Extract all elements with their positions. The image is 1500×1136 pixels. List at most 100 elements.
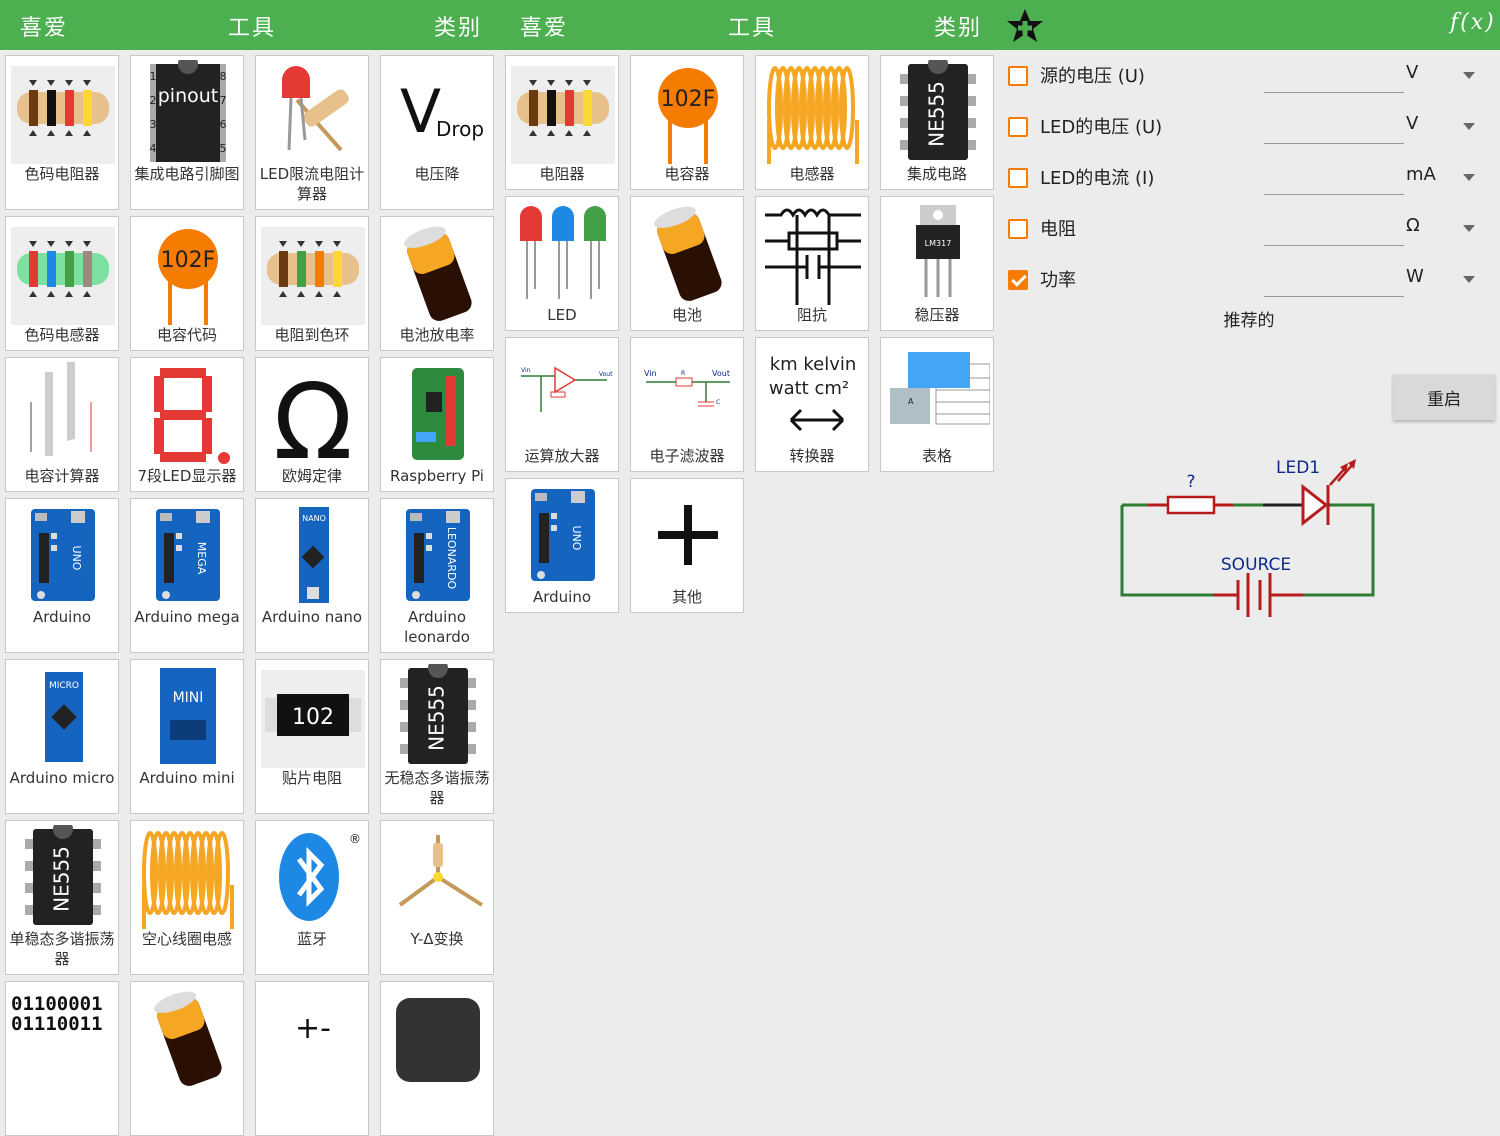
tool-tile[interactable]: UNO Arduino <box>505 478 619 613</box>
tool-tile[interactable]: 7段LED显示器 <box>130 357 244 492</box>
tool-tile[interactable]: 电池 <box>630 196 744 331</box>
tab-categories[interactable]: 类别 <box>434 10 482 42</box>
chevron-down-icon[interactable] <box>1463 225 1475 232</box>
tile-label: 阻抗 <box>796 306 827 324</box>
lock-checkbox[interactable] <box>1008 66 1028 86</box>
tool-tile[interactable]: 电池放电率 <box>380 216 494 351</box>
lock-checkbox[interactable] <box>1008 219 1028 239</box>
tool-tile[interactable]: V Drop 电压降 <box>380 55 494 210</box>
tool-tile[interactable]: 102F 电容代码 <box>130 216 244 351</box>
tool-tile[interactable]: LED <box>505 196 619 331</box>
calc-value-input[interactable] <box>1264 264 1404 297</box>
tile-label: 稳压器 <box>914 306 960 324</box>
tool-tile[interactable]: 电容计算器 <box>5 357 119 492</box>
tool-tile[interactable]: 其他 <box>630 478 744 613</box>
tool-tile[interactable]: MINI Arduino mini <box>130 659 244 814</box>
tool-tile[interactable]: MICRO Arduino micro <box>5 659 119 814</box>
tool-tile[interactable]: 1 2 3 4 8 7 6 5 pinout 集成电路引脚图 <box>130 55 244 210</box>
tool-tile[interactable]: ® 蓝牙 <box>255 820 369 975</box>
tool-tile[interactable]: UNO Arduino <box>5 498 119 653</box>
arduino-mega-icon: MEGA <box>136 503 240 607</box>
favorite-star-icon[interactable] <box>1006 7 1044 45</box>
formula-button[interactable]: f(x) <box>1450 10 1496 35</box>
circuit-diagram: ? LED1 SOURCE <box>1120 458 1375 617</box>
tool-tile[interactable]: km kelvin watt cm² 转换器 <box>755 337 869 472</box>
tab-favorites[interactable]: 喜爱 <box>20 10 68 42</box>
tool-tile[interactable]: LM317 稳压器 <box>880 196 994 331</box>
tool-tile[interactable] <box>380 981 494 1136</box>
smd-code: 102 <box>292 705 334 730</box>
tool-tile[interactable]: Vin Vout R C 电子滤波器 <box>630 337 744 472</box>
unit-label[interactable]: W <box>1406 266 1424 287</box>
tile-label: 欧姆定律 <box>281 467 342 485</box>
reset-button[interactable]: 重启 <box>1393 374 1495 420</box>
unit-label[interactable]: V <box>1406 62 1418 83</box>
recommended-label: 推荐的 <box>1223 311 1275 331</box>
calc-value-input[interactable] <box>1264 60 1404 93</box>
chevron-down-icon[interactable] <box>1463 123 1475 130</box>
tool-tile[interactable]: NANO Arduino nano <box>255 498 369 653</box>
arduino-uno-icon: UNO <box>511 483 615 587</box>
conv-line: watt cm² <box>769 378 849 399</box>
lock-checkbox[interactable] <box>1008 117 1028 137</box>
converter-icon: km kelvin watt cm² <box>761 342 865 446</box>
pin-number: 5 <box>220 142 227 155</box>
calc-value-input[interactable] <box>1264 213 1404 246</box>
tile-label: 运算放大器 <box>524 447 600 465</box>
tool-tile[interactable]: MEGA Arduino mega <box>130 498 244 653</box>
tool-tile[interactable] <box>130 981 244 1136</box>
tool-tile[interactable]: 空心线圈电感 <box>130 820 244 975</box>
filter-r: R <box>681 370 685 377</box>
tool-tile[interactable]: LED限流电阻计算器 <box>255 55 369 210</box>
tab-favorites[interactable]: 喜爱 <box>520 10 568 42</box>
tile-label: 表格 <box>921 447 952 465</box>
ne555-icon: NE555 <box>11 825 115 929</box>
tool-tile[interactable]: 电阻到色环 <box>255 216 369 351</box>
led-resistor-calculator: 源的电压 (U) V LED的电压 (U) V LED的电流 (I) mA 电阻… <box>998 50 1500 1025</box>
arduino-micro-icon: MICRO <box>11 664 115 768</box>
chevron-down-icon[interactable] <box>1463 174 1475 181</box>
unit-label[interactable]: Ω <box>1406 215 1420 236</box>
tab-tools[interactable]: 工具 <box>228 10 276 42</box>
tool-tile[interactable]: 色码电阻器 <box>5 55 119 210</box>
unit-label[interactable]: mA <box>1406 164 1436 185</box>
tool-tile[interactable]: 阻抗 <box>755 196 869 331</box>
tool-tile[interactable]: 102 贴片电阻 <box>255 659 369 814</box>
tool-tile[interactable]: NE555 单稳态多谐振荡器 <box>5 820 119 975</box>
tile-label: 电容器 <box>664 165 710 183</box>
tool-tile[interactable]: NE555 集成电路 <box>880 55 994 190</box>
tool-tile[interactable]: NE555 无稳态多谐振荡器 <box>380 659 494 814</box>
misc-char: +- <box>295 1011 331 1046</box>
tool-tile[interactable]: 电感器 <box>755 55 869 190</box>
seven-segment-icon <box>136 362 240 466</box>
tab-tools[interactable]: 工具 <box>728 10 776 42</box>
tool-tile[interactable]: Y-Δ变换 <box>380 820 494 975</box>
tool-tile[interactable]: +- <box>255 981 369 1136</box>
chevron-down-icon[interactable] <box>1463 276 1475 283</box>
header-calculator: f(x) <box>998 0 1500 50</box>
tool-tile[interactable]: Ω 欧姆定律 <box>255 357 369 492</box>
tool-tile[interactable]: Vin Vout 运算放大器 <box>505 337 619 472</box>
chip-label: NE555 <box>925 81 949 147</box>
opamp-icon: Vin Vout <box>511 342 615 446</box>
tile-label: 转换器 <box>789 447 835 465</box>
tool-tile[interactable]: 色码电感器 <box>5 216 119 351</box>
tile-label: 电池放电率 <box>399 326 475 344</box>
tool-tile[interactable]: 01100001 01110011 <box>5 981 119 1136</box>
tile-label: Arduino mini <box>139 769 235 787</box>
arduino-mini-icon: MINI <box>136 664 240 768</box>
tool-tile[interactable]: LEONARDO Arduino leonardo <box>380 498 494 653</box>
tab-categories[interactable]: 类别 <box>934 10 982 42</box>
vdrop-sub: Drop <box>436 117 484 141</box>
unit-label[interactable]: V <box>1406 113 1418 134</box>
tool-tile[interactable]: 电阻器 <box>505 55 619 190</box>
calc-value-input[interactable] <box>1264 162 1404 195</box>
tool-tile[interactable]: Raspberry Pi <box>380 357 494 492</box>
chevron-down-icon[interactable] <box>1463 72 1475 79</box>
resistor-symbol <box>1166 495 1216 515</box>
lock-checkbox[interactable] <box>1008 270 1028 290</box>
tool-tile[interactable]: 102F 电容器 <box>630 55 744 190</box>
tool-tile[interactable]: A 表格 <box>880 337 994 472</box>
calc-value-input[interactable] <box>1264 111 1404 144</box>
lock-checkbox[interactable] <box>1008 168 1028 188</box>
